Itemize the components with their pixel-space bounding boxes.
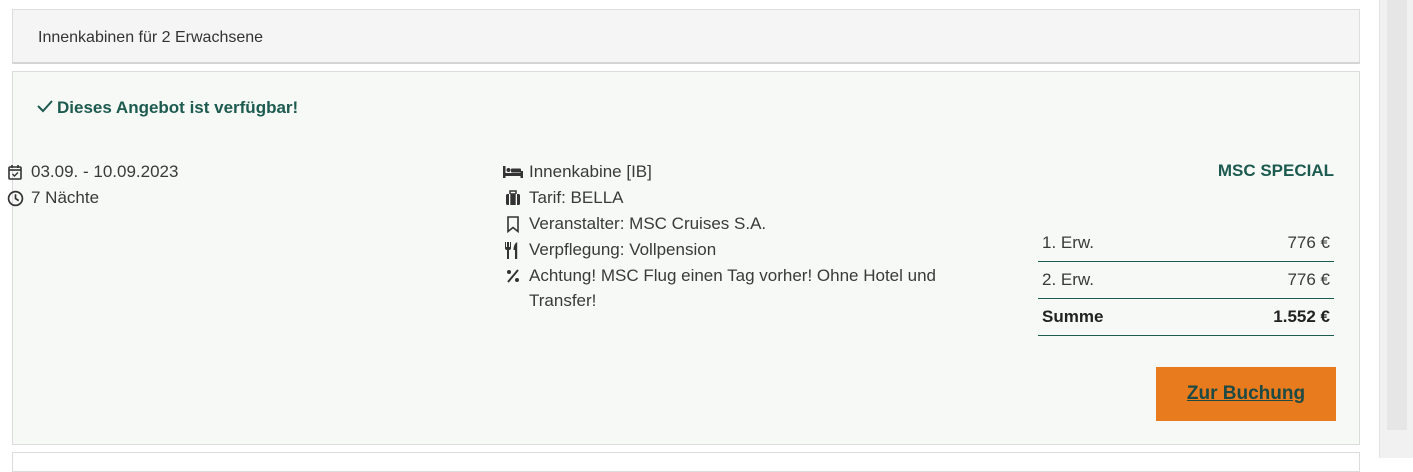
availability-text: Dieses Angebot ist verfügbar! xyxy=(57,98,299,117)
bed-icon xyxy=(503,162,523,182)
travel-dates-column: 03.09. - 10.09.2023 7 Nächte xyxy=(5,159,178,211)
clock-icon xyxy=(5,188,25,208)
offer-details: Innenkabine [IB] Tarif: BELLA Veranstalt… xyxy=(503,159,1003,313)
total-row: Summe 1.552 € xyxy=(1038,299,1334,336)
price-row: 2. Erw. 776 € xyxy=(1038,262,1334,299)
percent-icon xyxy=(503,266,523,286)
price-label: 1. Erw. xyxy=(1042,233,1094,252)
bookmark-icon xyxy=(503,214,523,234)
price-label: 2. Erw. xyxy=(1042,270,1094,289)
price-value: 776 € xyxy=(1287,233,1330,252)
cabin-type: Innenkabine [IB] xyxy=(529,162,652,181)
operator: Veranstalter: MSC Cruises S.A. xyxy=(529,214,767,233)
price-table: 1. Erw. 776 € 2. Erw. 776 € Summe 1.552 … xyxy=(1038,225,1334,336)
nights-count: 7 Nächte xyxy=(31,188,100,207)
cabin-category-header[interactable]: Innenkabinen für 2 Erwachsene xyxy=(12,9,1360,64)
tariff: Tarif: BELLA xyxy=(529,188,624,207)
availability-status: Dieses Angebot ist verfügbar! xyxy=(37,98,298,118)
scrollbar-thumb[interactable] xyxy=(1387,0,1407,430)
cabin-category-title: Innenkabinen für 2 Erwachsene xyxy=(38,29,264,46)
travel-dates: 03.09. - 10.09.2023 xyxy=(31,162,179,181)
offer-note: Achtung! MSC Flug einen Tag vorher! Ohne… xyxy=(529,266,936,310)
offer-card: Dieses Angebot ist verfügbar! 03.09. - 1… xyxy=(7,71,1360,445)
total-label: Summe xyxy=(1042,307,1104,326)
price-row: 1. Erw. 776 € xyxy=(1038,225,1334,262)
msc-special-badge: MSC SPECIAL xyxy=(1217,161,1334,180)
price-value: 776 € xyxy=(1287,270,1330,289)
cutlery-icon xyxy=(503,240,523,260)
scrollbar[interactable] xyxy=(1379,0,1413,458)
next-offer-card xyxy=(12,452,1360,472)
suitcase-icon xyxy=(503,188,523,208)
total-value: 1.552 € xyxy=(1273,307,1330,326)
board-type: Verpflegung: Vollpension xyxy=(529,240,717,259)
check-icon xyxy=(37,98,57,118)
book-button[interactable]: Zur Buchung xyxy=(1156,367,1336,421)
calendar-icon xyxy=(5,162,25,182)
